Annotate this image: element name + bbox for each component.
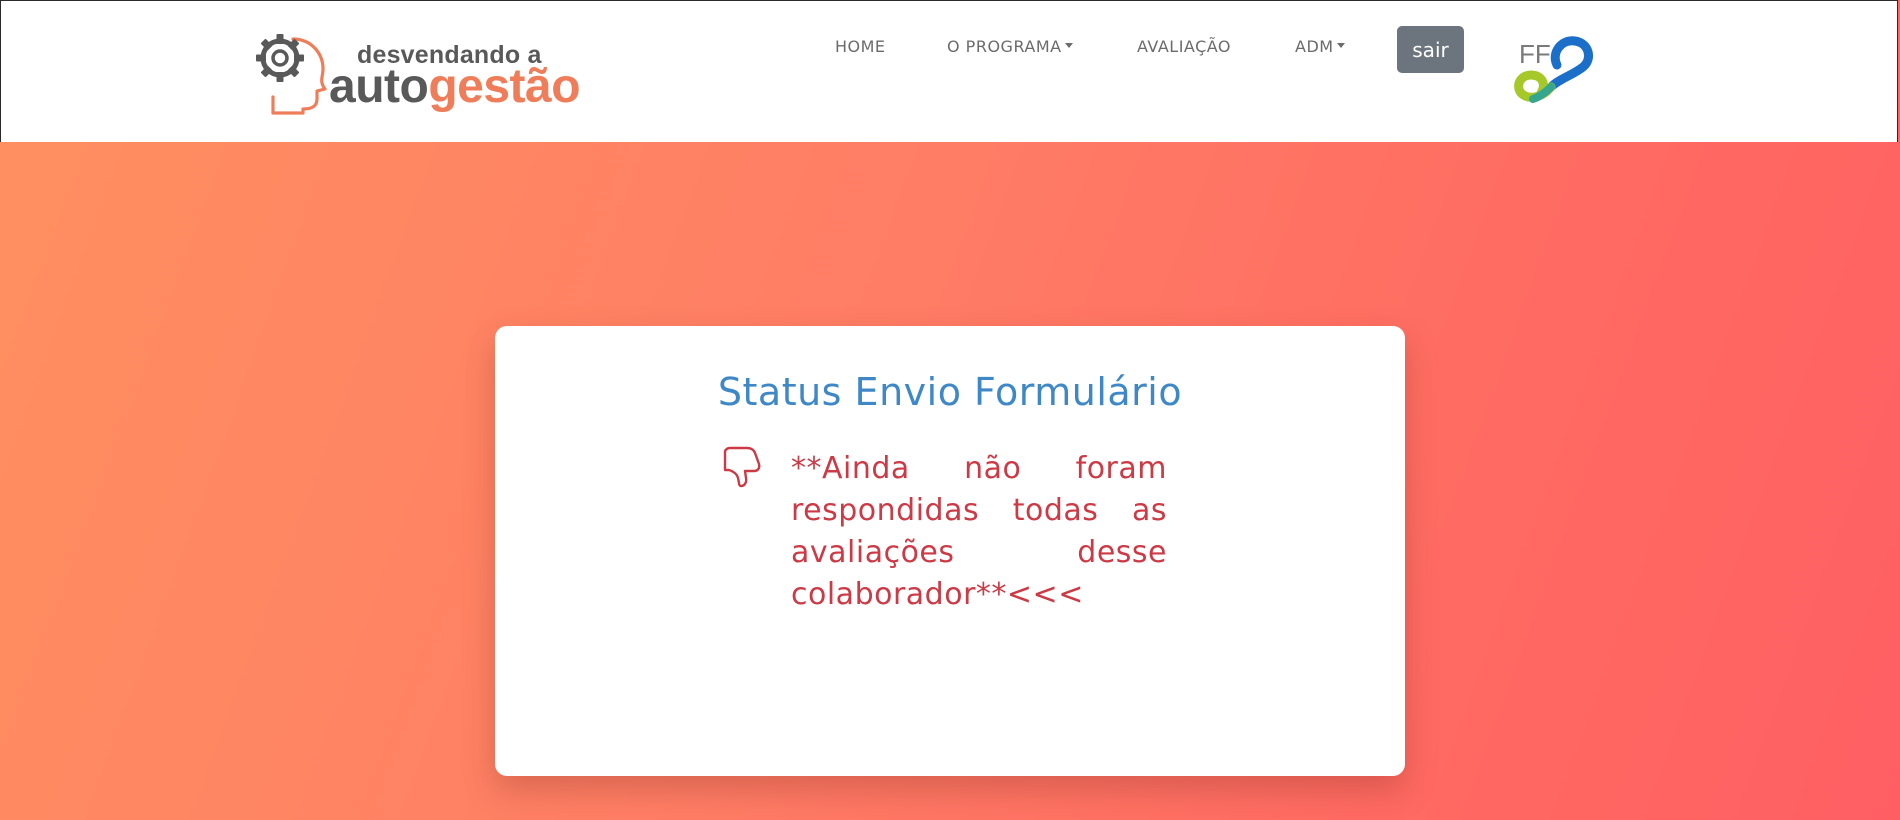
nav-home-label: HOME xyxy=(835,37,886,56)
nav-adm-label: ADM xyxy=(1295,37,1334,56)
partner-logo[interactable]: FF xyxy=(1511,35,1595,115)
card-title: Status Envio Formulário xyxy=(717,370,1183,414)
logo-text-bottom: autogestão xyxy=(329,59,581,114)
nav-avaliacao[interactable]: AVALIAÇÃO xyxy=(1137,37,1231,56)
logout-button[interactable]: sair xyxy=(1397,26,1464,73)
status-message: **Ainda não foram respondidas todas as a… xyxy=(791,451,1167,612)
nav-avaliacao-label: AVALIAÇÃO xyxy=(1137,37,1232,56)
gear-head-icon xyxy=(256,34,327,115)
nav-adm[interactable]: ADM xyxy=(1295,37,1345,56)
chevron-down-icon xyxy=(1336,43,1345,48)
nav-home[interactable]: HOME xyxy=(835,37,886,56)
thumbs-down-icon xyxy=(723,446,761,488)
top-navbar: desvendando a autogestão HOME O PROGRAMA… xyxy=(0,0,1898,142)
nav-o-programa-label: O PROGRAMA xyxy=(947,37,1062,56)
logo-text-auto: auto xyxy=(329,60,429,113)
logo-text-gestao: gestão xyxy=(428,60,581,113)
ff-infinity-logo-icon: FF xyxy=(1514,36,1594,103)
site-logo[interactable]: desvendando a autogestão xyxy=(253,31,583,119)
nav-o-programa[interactable]: O PROGRAMA xyxy=(947,37,1073,56)
chevron-down-icon xyxy=(1064,43,1073,48)
partner-logo-text: FF xyxy=(1519,39,1551,69)
status-card: Status Envio Formulário **Ainda não fora… xyxy=(495,326,1405,776)
